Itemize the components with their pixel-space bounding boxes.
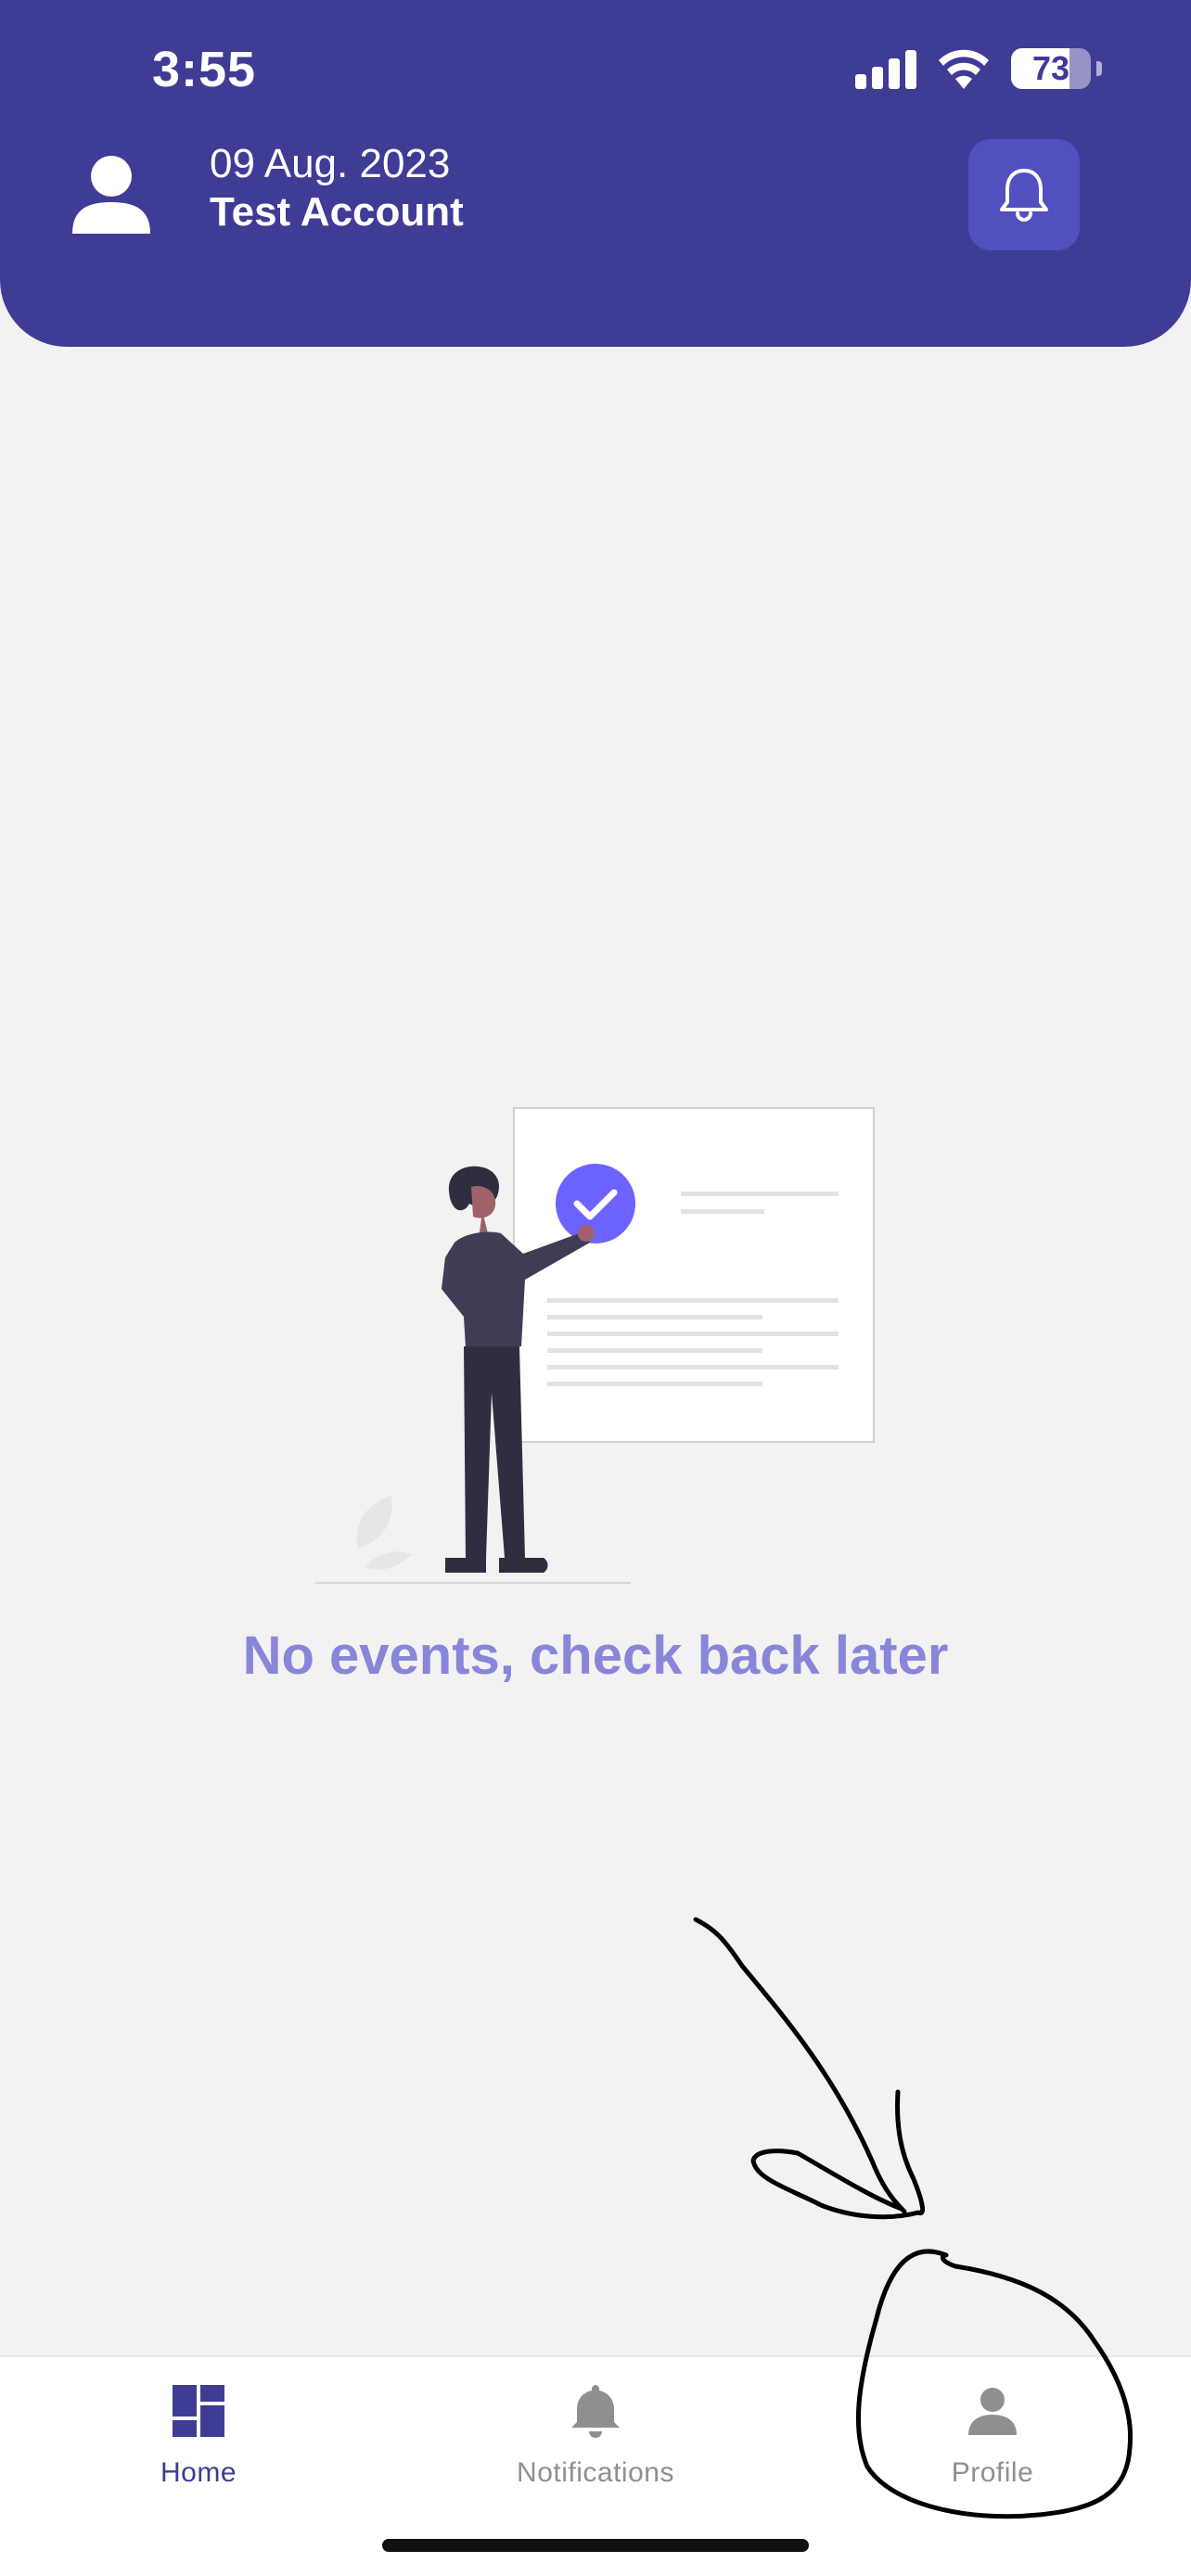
tab-home[interactable]: Home <box>0 2357 397 2524</box>
status-icons: 73 <box>855 48 1102 89</box>
tab-notifications-label: Notifications <box>517 2457 674 2488</box>
home-indicator <box>382 2539 809 2552</box>
tab-profile[interactable]: Profile <box>794 2357 1191 2524</box>
bell-icon <box>1000 169 1048 222</box>
annotation-arrow-shaft <box>693 1917 907 2214</box>
tab-notifications[interactable]: Notifications <box>397 2357 794 2524</box>
ground-line <box>315 1582 631 1584</box>
status-time: 3:55 <box>152 42 257 97</box>
empty-state-illustration <box>315 1107 875 1584</box>
bell-icon <box>571 2385 620 2438</box>
notifications-button[interactable] <box>968 139 1080 250</box>
battery-level: 73 <box>1031 49 1070 87</box>
tab-profile-label: Profile <box>951 2457 1034 2488</box>
document-card <box>513 1107 875 1443</box>
battery-indicator: 73 <box>1011 48 1091 89</box>
leaf-decoration <box>356 1495 392 1549</box>
checkmark-badge-icon <box>556 1164 635 1243</box>
annotation-arrow-head <box>750 2089 926 2220</box>
dashboard-icon <box>173 2385 224 2437</box>
person-icon <box>968 2388 1017 2435</box>
battery-tip <box>1096 61 1102 76</box>
tab-home-label: Home <box>160 2457 237 2488</box>
account-name: Test Account <box>210 189 464 235</box>
wifi-icon <box>939 49 989 89</box>
empty-state-message: No events, check back later <box>242 1626 949 1686</box>
home-screen: 3:55 73 09 Aug. 2023 Test Account No eve… <box>0 0 1191 2576</box>
cellular-signal-icon <box>855 48 916 89</box>
app-header: 3:55 73 09 Aug. 2023 Test Account <box>0 0 1191 347</box>
header-date: 09 Aug. 2023 <box>210 141 451 186</box>
user-avatar-icon[interactable] <box>69 152 154 237</box>
